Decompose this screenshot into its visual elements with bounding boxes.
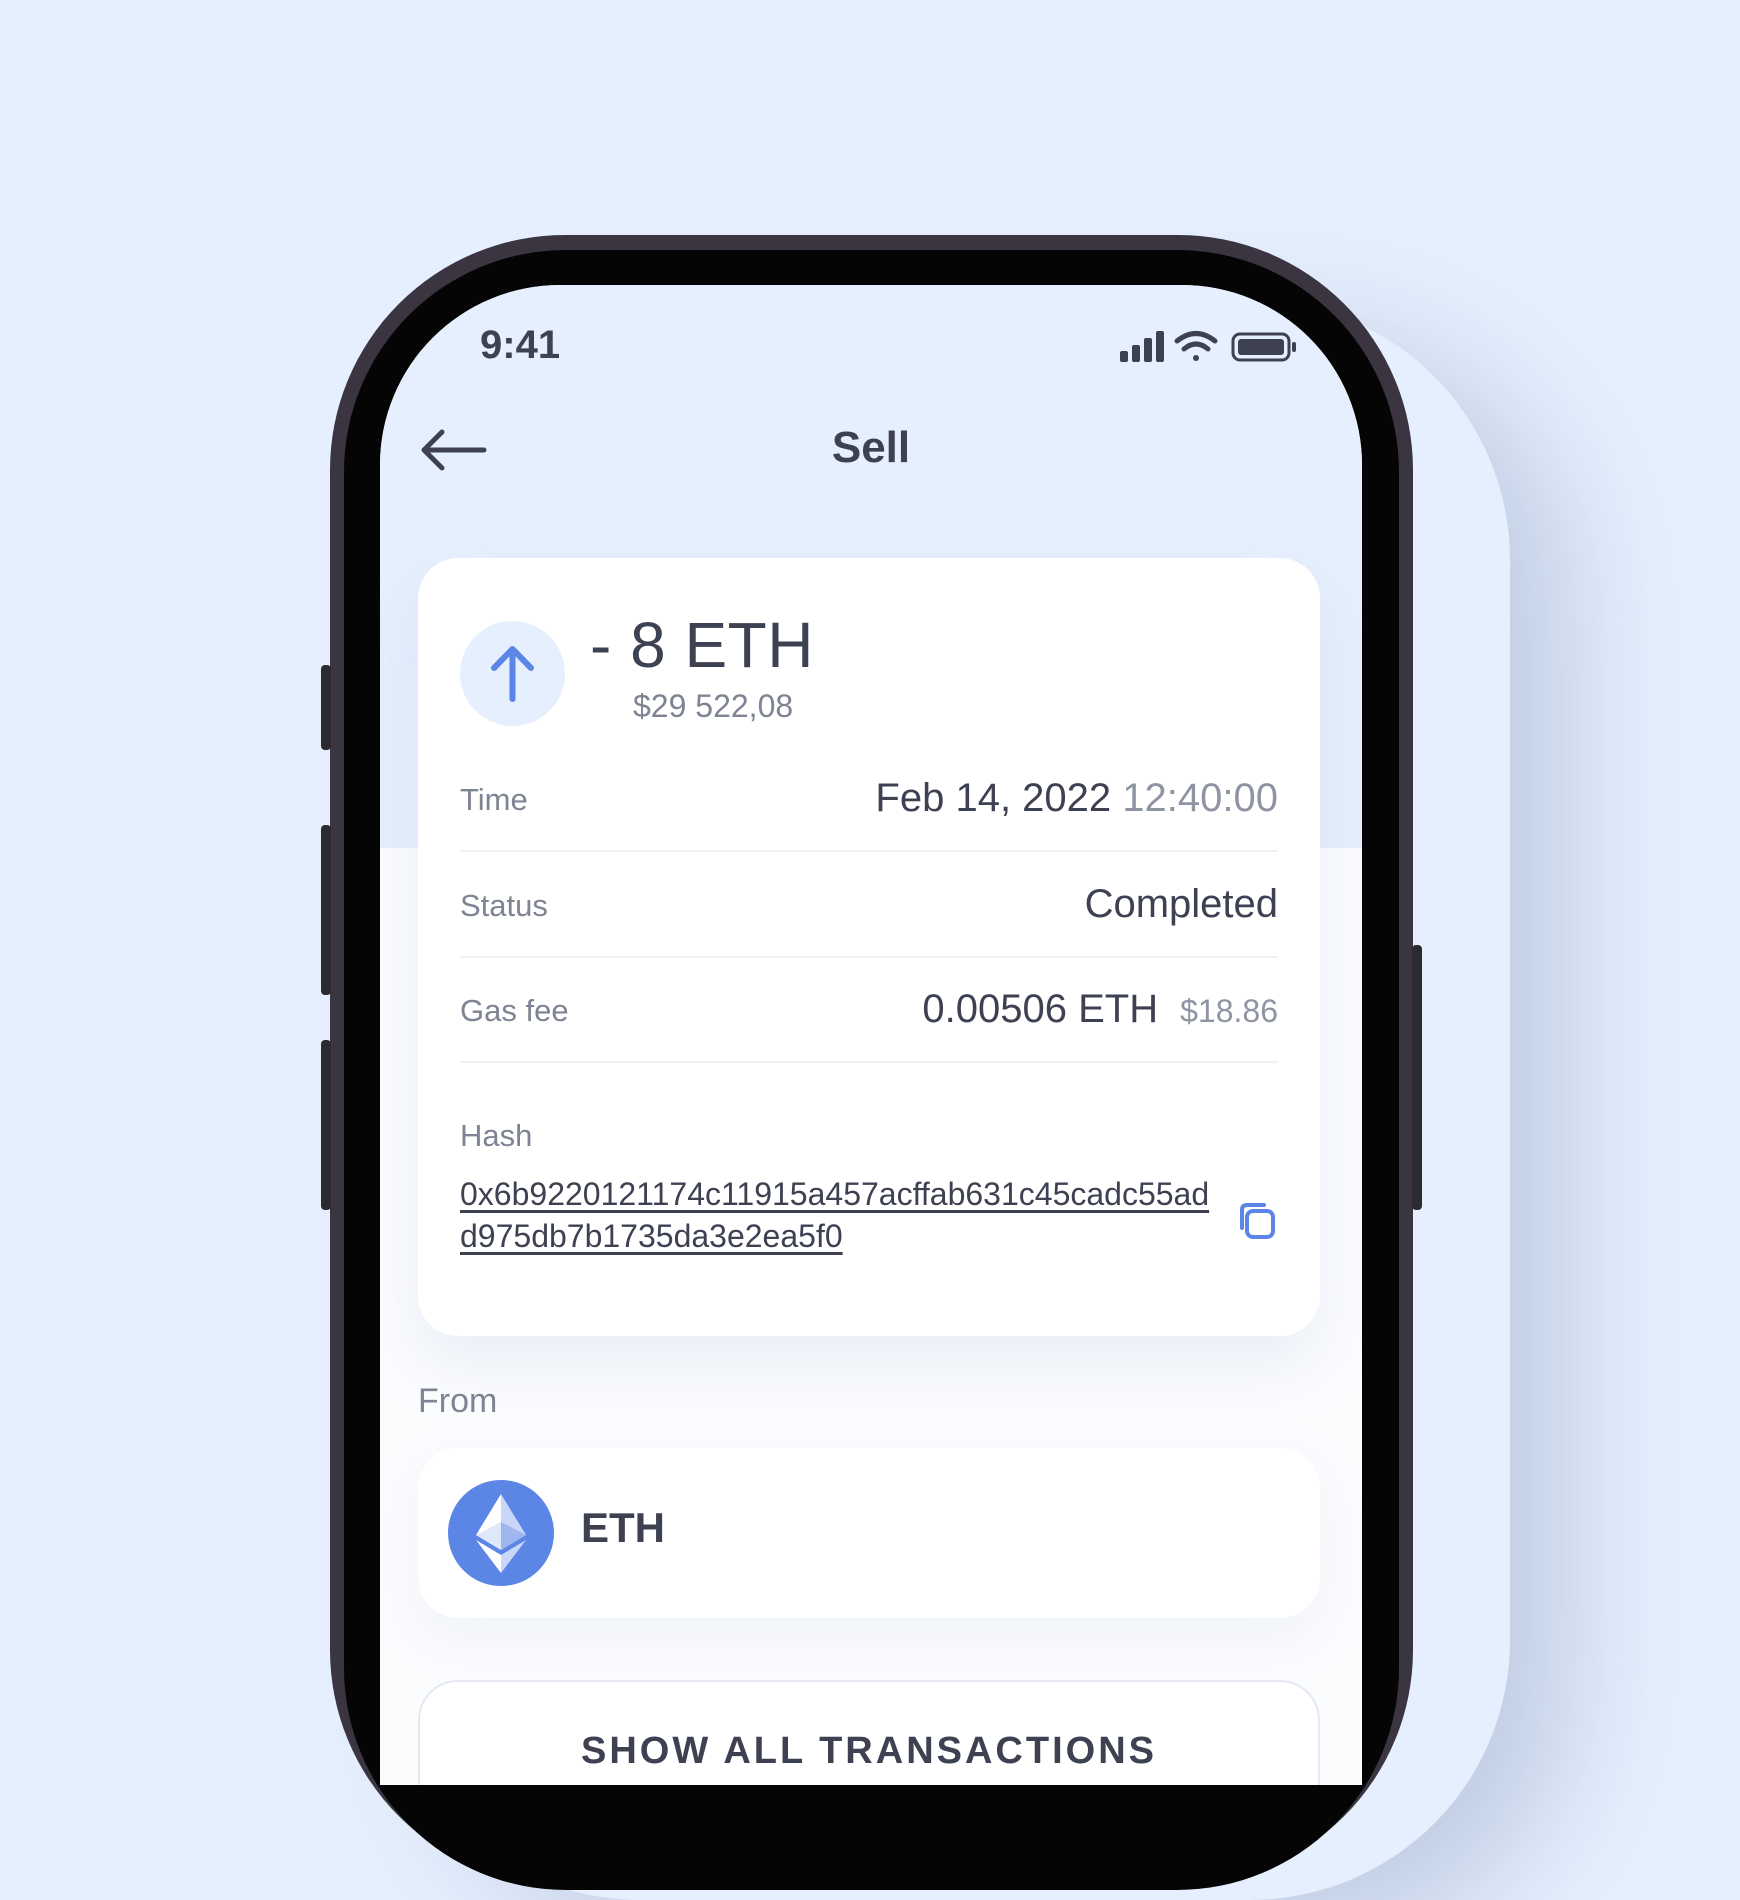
ethereum-icon [476,1494,526,1573]
gas-fee-label: Gas fee [460,993,569,1028]
time-clock: 12:40:00 [1122,776,1278,820]
phone-volume-down-button [321,1040,331,1210]
status-bar-icons [1120,329,1320,365]
time-value: Feb 14, 2022 12:40:00 [875,776,1278,821]
phone-screen: 9:41 Sell - 8 ETH $29 522,08 Time Feb 14… [380,285,1362,1785]
hash-link[interactable]: 0x6b9220121174c11915a457acffab631c45cadc… [460,1173,1220,1257]
status-label: Status [460,888,548,923]
transaction-amount: - 8 ETH [590,609,814,681]
copy-icon [1240,1203,1275,1239]
copy-hash-button[interactable] [1236,1200,1278,1242]
time-row: Time Feb 14, 2022 12:40:00 [460,746,1278,852]
gas-fee-row: Gas fee 0.00506 ETH $18.86 [460,957,1278,1063]
time-label: Time [460,782,528,817]
show-all-transactions-label: SHOW ALL TRANSACTIONS [581,1730,1157,1772]
from-asset-card[interactable]: ETH [418,1448,1320,1618]
gas-fee-value: 0.00506 ETH $18.86 [922,987,1278,1032]
show-all-transactions-button[interactable]: SHOW ALL TRANSACTIONS [418,1680,1320,1785]
phone-power-button [1412,945,1422,1210]
phone-volume-up-button [321,825,331,995]
status-row: Status Completed [460,852,1278,958]
arrow-up-icon [491,646,534,702]
from-asset-name: ETH [581,1504,665,1551]
page-title: Sell [831,423,911,472]
gas-fee-fiat: $18.86 [1180,993,1278,1029]
transaction-card: - 8 ETH $29 522,08 Time Feb 14, 2022 12:… [418,558,1320,1336]
wifi-icon [1174,331,1218,361]
transaction-type-badge [460,621,565,726]
status-bar-time: 9:41 [480,323,561,367]
hash-label: Hash [460,1118,533,1153]
time-date: Feb 14, 2022 [875,776,1112,820]
signal-icon [1120,331,1164,362]
phone-mute-switch [321,665,331,750]
transaction-fiat-amount: $29 522,08 [633,688,794,724]
from-label: From [418,1382,498,1420]
battery-icon [1231,332,1296,362]
status-value: Completed [1084,882,1278,926]
ethereum-logo [448,1480,554,1586]
gas-fee-amount: 0.00506 ETH [922,987,1159,1031]
